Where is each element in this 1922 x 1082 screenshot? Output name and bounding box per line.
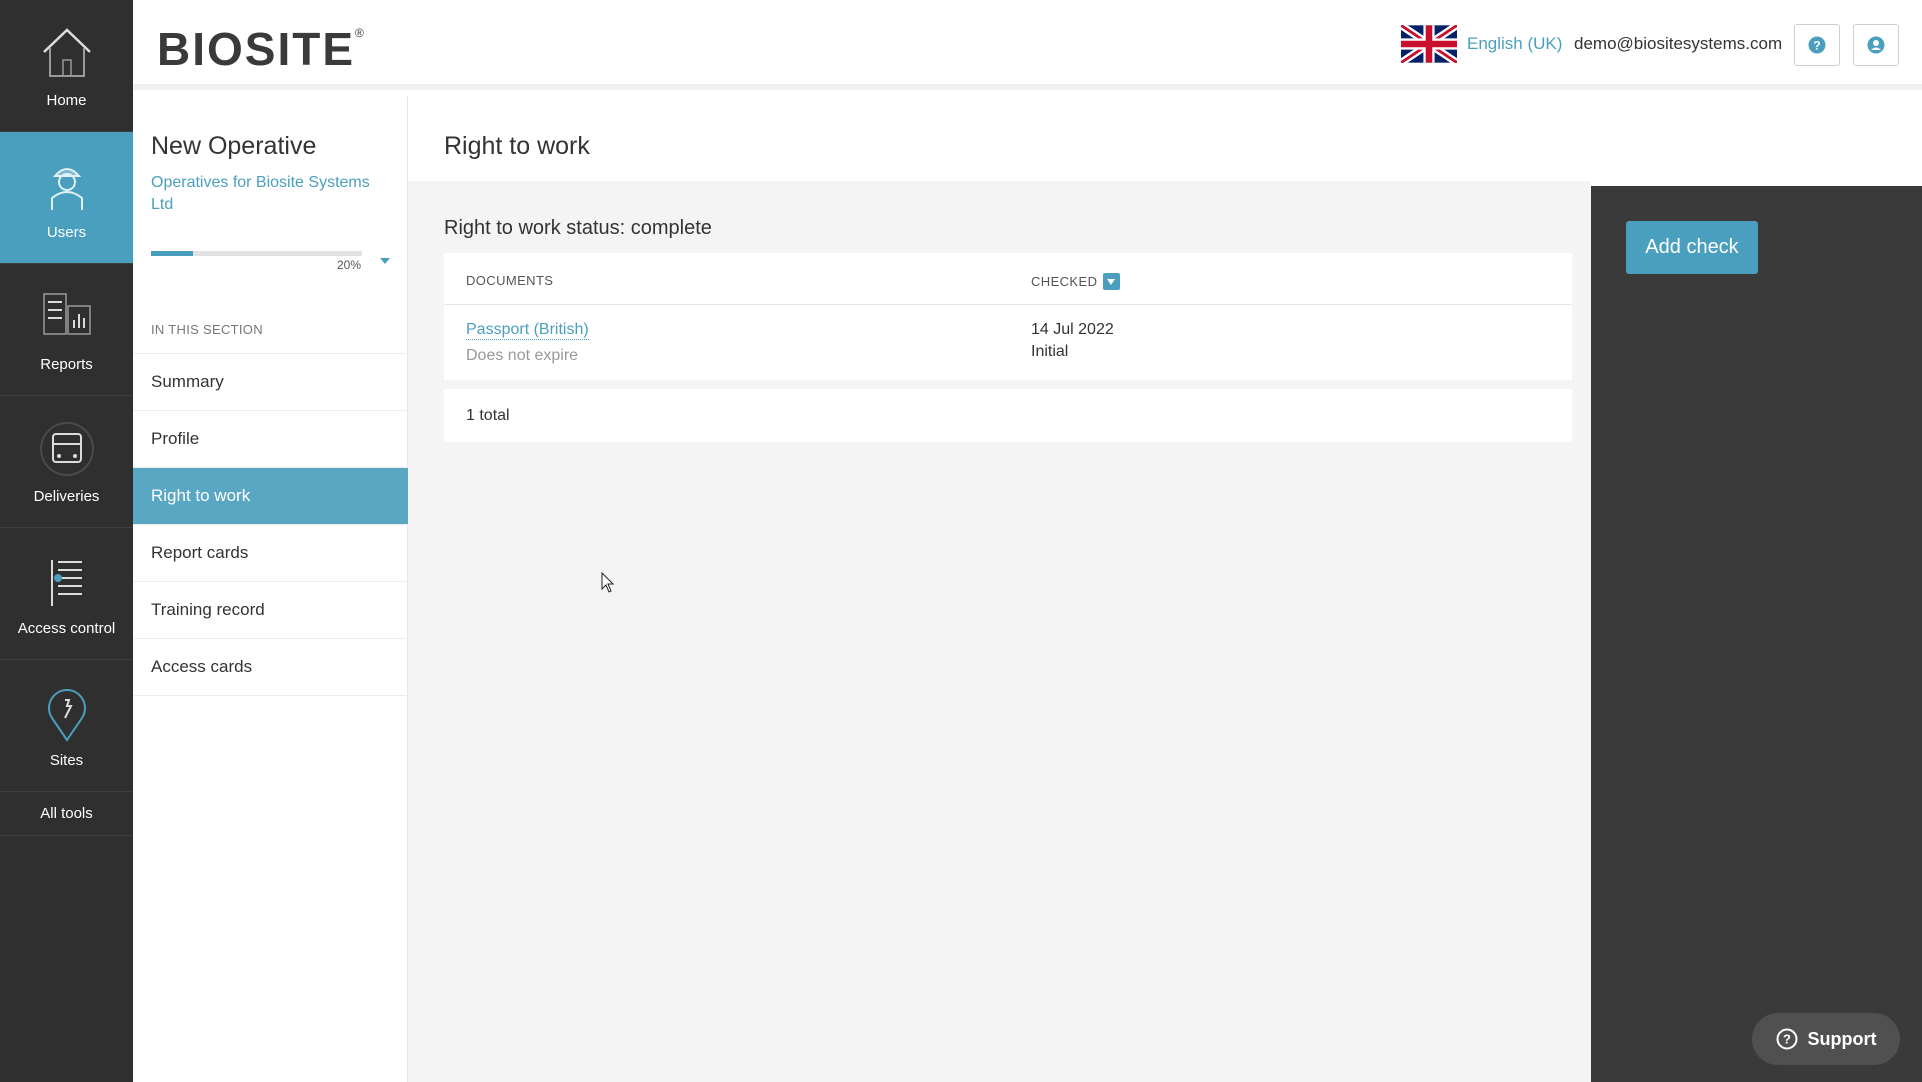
section-item-training-record[interactable]: Training record (133, 582, 408, 639)
reports-icon (42, 293, 91, 335)
column-header-checked[interactable]: CHECKED (1031, 273, 1121, 290)
support-button[interactable]: ? Support (1752, 1013, 1900, 1065)
operative-title: New Operative (151, 132, 317, 160)
profile-progress-label: 20% (337, 258, 362, 272)
table-row: Passport (British) Does not expire 14 Ju… (444, 305, 1572, 379)
add-check-button[interactable]: Add check (1626, 221, 1758, 274)
main-nav-sidebar: Home Users Reports Deliveries Access con… (0, 0, 133, 1082)
nav-item-home[interactable]: Home (0, 0, 133, 132)
help-button[interactable]: ? (1794, 24, 1840, 66)
language-selector[interactable]: English (UK) (1467, 34, 1562, 54)
sort-desc-icon[interactable] (1103, 273, 1121, 290)
main-content: Right to work status: complete DOCUMENTS… (408, 181, 1591, 1082)
checked-date: 14 Jul 2022 (1031, 321, 1114, 338)
section-item-report-cards[interactable]: Report cards (133, 525, 408, 582)
column-header-checked-label: CHECKED (1031, 274, 1098, 289)
uk-flag-icon[interactable] (1401, 25, 1457, 63)
help-icon: ? (1808, 36, 1826, 54)
column-header-documents: DOCUMENTS (466, 273, 554, 288)
nav-label-access-control: Access control (17, 620, 116, 637)
deliveries-icon (39, 422, 94, 476)
right-to-work-status: Right to work status: complete (444, 217, 712, 239)
biosite-logo[interactable]: BIOSITE® (157, 22, 366, 76)
section-item-access-cards[interactable]: Access cards (133, 639, 408, 696)
nav-item-sites[interactable]: Sites (0, 660, 133, 792)
mouse-cursor-icon (601, 572, 615, 593)
profile-progress-bar (151, 251, 362, 256)
account-icon (1867, 36, 1885, 54)
support-label: Support (1807, 1028, 1877, 1049)
section-item-profile[interactable]: Profile (133, 411, 408, 468)
nav-item-reports[interactable]: Reports (0, 264, 133, 396)
profile-progress-fill (151, 251, 194, 256)
nav-item-deliveries[interactable]: Deliveries (0, 396, 133, 528)
operative-company-link[interactable]: Operatives for Biosite Systems Ltd (151, 172, 391, 216)
main-header: Right to work (408, 96, 1922, 181)
document-expiry: Does not expire (466, 347, 579, 364)
document-link[interactable]: Passport (British) (466, 321, 589, 340)
section-heading: IN THIS SECTION (151, 322, 263, 337)
nav-label-sites: Sites (49, 752, 84, 769)
svg-text:?: ? (1813, 39, 1820, 53)
section-item-right-to-work[interactable]: Right to work (133, 468, 408, 525)
section-item-summary[interactable]: Summary (133, 354, 408, 411)
nav-label-users: Users (46, 224, 87, 241)
top-header: BIOSITE® English (UK) demo@biositesystem… (133, 0, 1922, 90)
check-type: Initial (1031, 343, 1069, 360)
nav-label-home: Home (46, 92, 87, 109)
account-button[interactable] (1853, 24, 1899, 66)
nav-item-users[interactable]: Users (0, 132, 133, 264)
section-nav-list: Summary Profile Right to work Report car… (133, 353, 408, 696)
page-title: Right to work (444, 132, 590, 160)
total-count: 1 total (466, 407, 510, 424)
access-control-icon (50, 560, 82, 606)
nav-label-deliveries: Deliveries (33, 488, 100, 505)
sites-icon (47, 689, 86, 742)
svg-text:?: ? (1783, 1032, 1791, 1047)
home-icon (42, 28, 91, 77)
table-footer: 1 total (444, 389, 1572, 442)
user-email[interactable]: demo@biositesystems.com (1574, 34, 1782, 54)
chevron-down-icon[interactable] (378, 256, 392, 266)
help-circle-icon: ? (1776, 1028, 1797, 1050)
users-icon (50, 168, 83, 210)
table-header: DOCUMENTS CHECKED (444, 253, 1572, 305)
documents-table: DOCUMENTS CHECKED Passport (British) Doe… (444, 253, 1572, 380)
nav-all-tools[interactable]: All tools (0, 792, 133, 836)
action-panel: Add check (1591, 186, 1922, 1082)
nav-item-access-control[interactable]: Access control (0, 528, 133, 660)
nav-label-reports: Reports (40, 356, 93, 373)
section-panel: New Operative Operatives for Biosite Sys… (133, 96, 408, 1082)
